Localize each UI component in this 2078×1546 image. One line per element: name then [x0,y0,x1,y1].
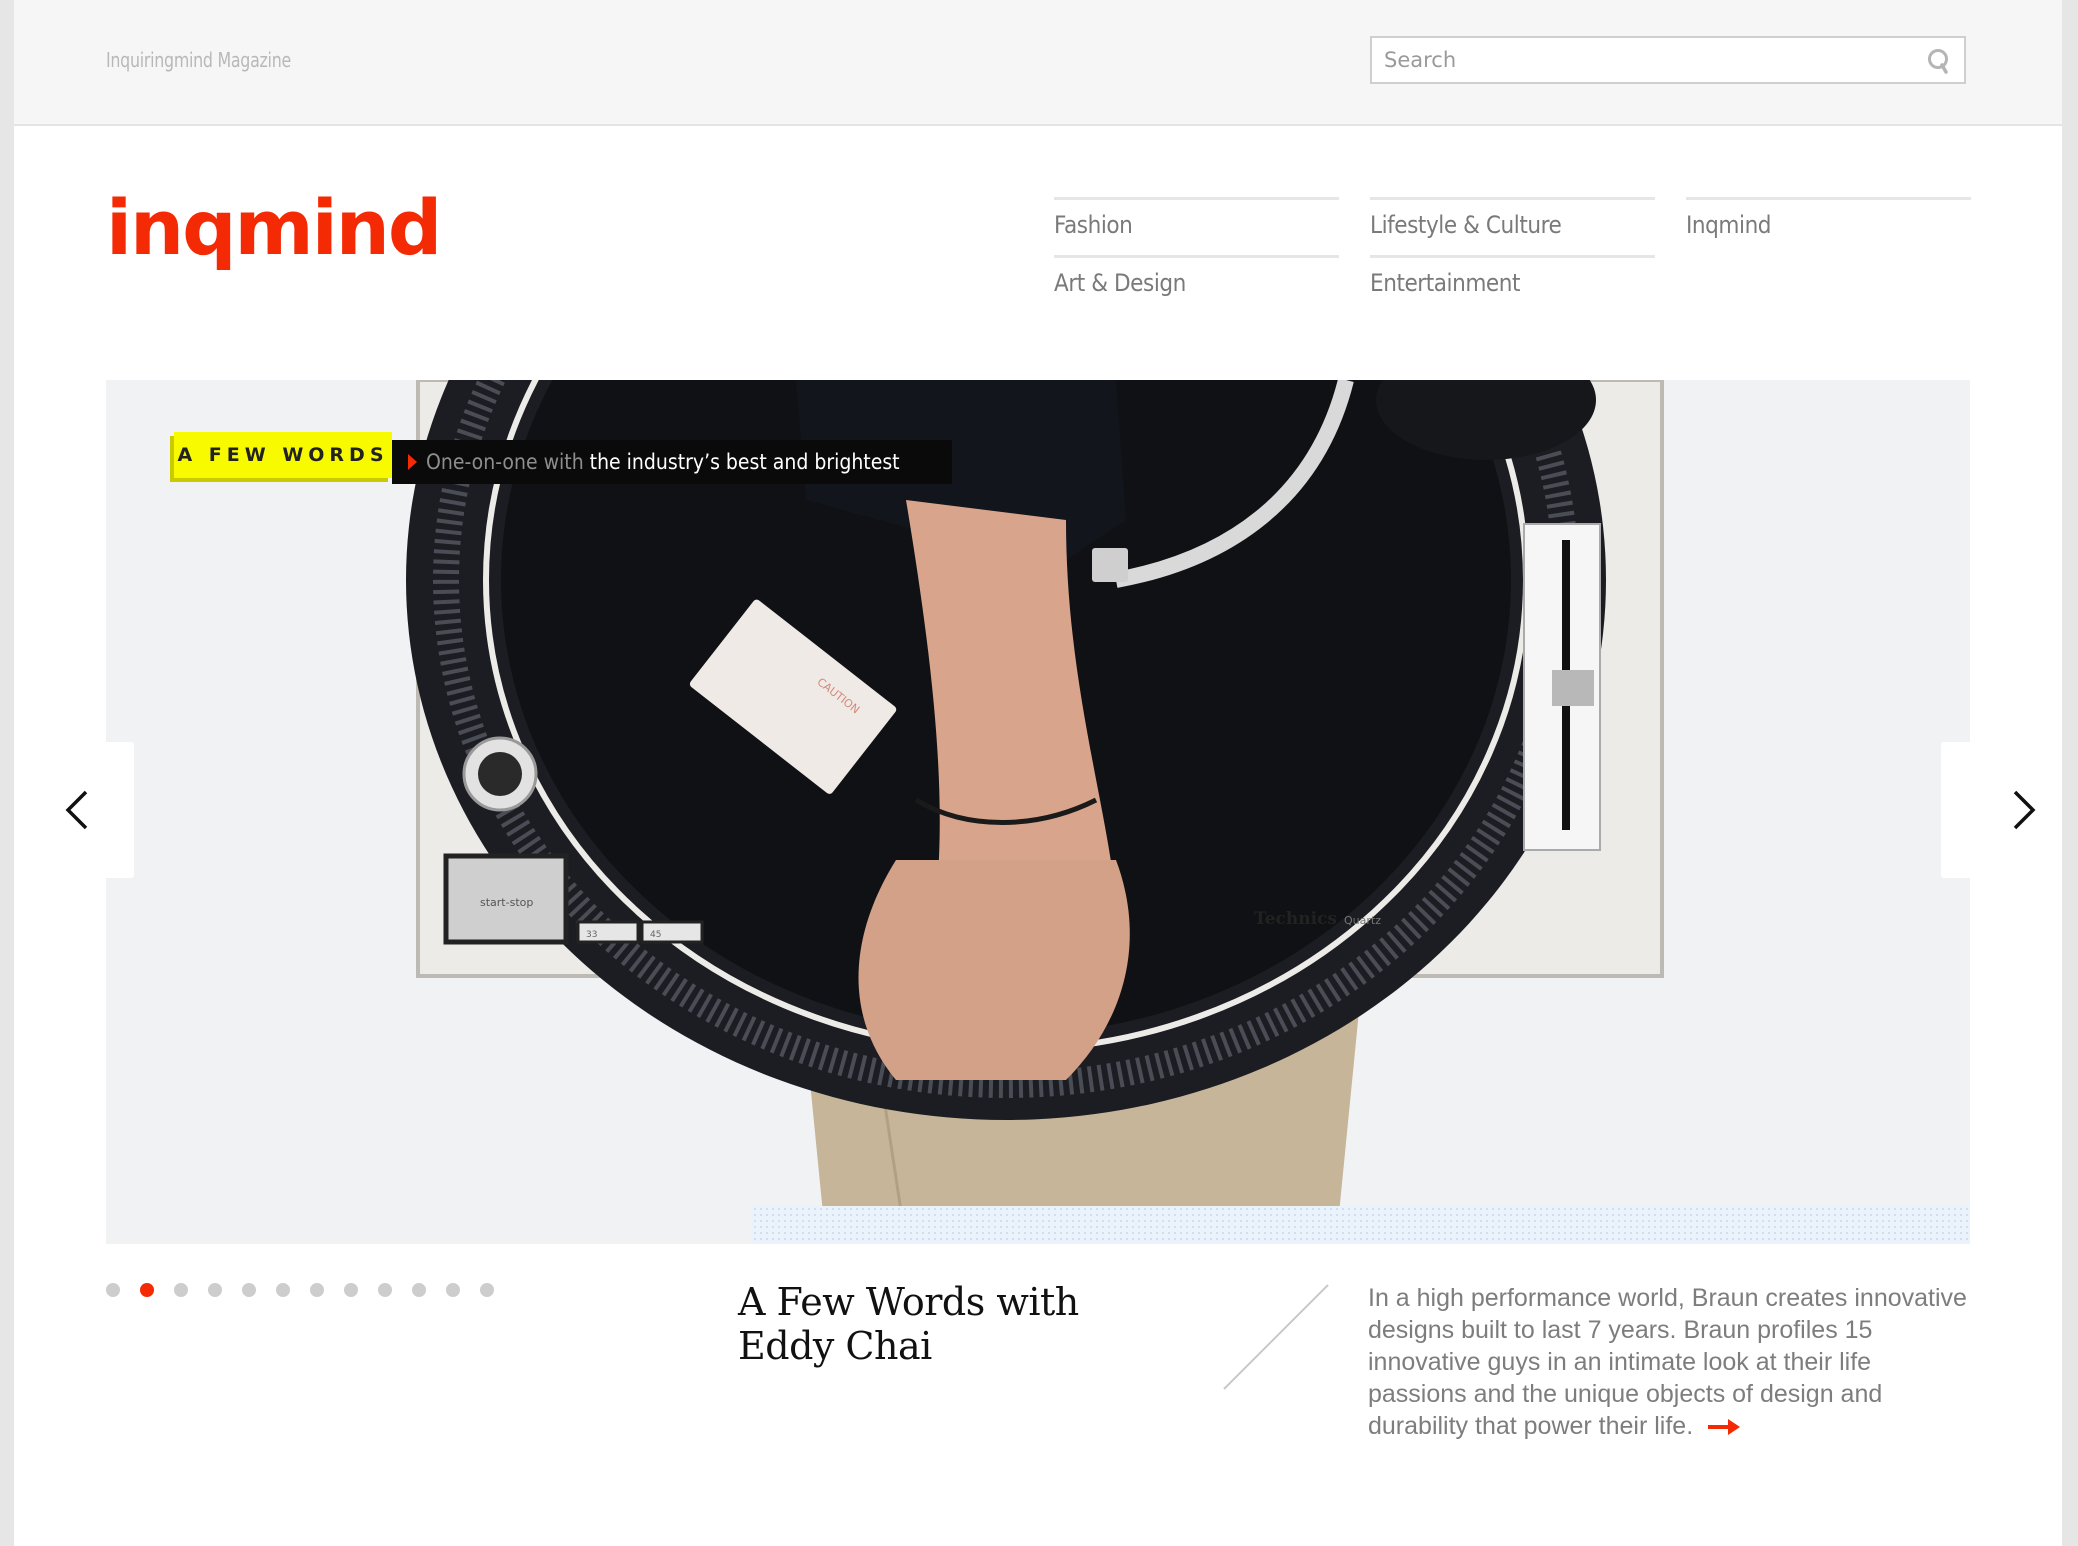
speed-45-label: 45 [650,930,661,940]
article-description: In a high performance world, Braun creat… [1368,1282,1968,1442]
site-name[interactable]: Inquiringmind Magazine [106,48,291,72]
carousel-dot[interactable] [174,1283,188,1297]
article-title[interactable]: A Few Words with Eddy Chai [738,1280,1158,1368]
start-stop-label: start-stop [480,896,533,909]
carousel-dot[interactable] [378,1283,392,1297]
nav-label: Fashion [1054,211,1133,239]
chevron-left-icon [65,790,88,830]
article-description-text: In a high performance world, Braun creat… [1368,1284,1967,1440]
turntable-brand: Technics [1254,909,1337,929]
carousel-dot[interactable] [310,1283,324,1297]
nav-item-art-design[interactable]: Art & Design [1054,255,1339,311]
chevron-right-icon [2013,790,2036,830]
nav-item-fashion[interactable]: Fashion [1054,197,1339,253]
hero-image: CAUTION start-stop 33 45 Technics Quartz [406,380,1664,1244]
carousel-dot[interactable] [208,1283,222,1297]
next-slide-button[interactable] [1941,742,2061,878]
search-icon[interactable] [1926,47,1952,75]
nav-label: Entertainment [1370,269,1521,297]
turntable-brand-sub: Quartz [1344,914,1381,927]
carousel-dot[interactable] [242,1283,256,1297]
carousel-dot[interactable] [446,1283,460,1297]
caption-dotted-strip [752,1206,1970,1244]
carousel-dot[interactable] [276,1283,290,1297]
top-bar: Inquiringmind Magazine [14,0,2062,126]
speed-33-label: 33 [586,930,597,940]
nav-label: Inqmind [1686,211,1772,239]
tagline-bright: the industry’s best and brightest [589,450,900,474]
search-input[interactable] [1372,38,1912,82]
diagonal-divider [1223,1284,1329,1390]
nav-label: Art & Design [1054,269,1186,297]
carousel-dot[interactable] [480,1283,494,1297]
tagline-muted: One-on-one with [426,450,584,474]
arrow-right-icon[interactable] [1706,1417,1742,1437]
section-tagline: One-on-one with the industry’s best and … [392,440,952,484]
nav-item-lifestyle-culture[interactable]: Lifestyle & Culture [1370,197,1655,253]
nav-item-entertainment[interactable]: Entertainment [1370,255,1655,311]
section-badge-label: A FEW WORDS [174,432,392,478]
nav-label: Lifestyle & Culture [1370,211,1562,239]
carousel-dot[interactable] [412,1283,426,1297]
page: Inquiringmind Magazine inqmind Fashion L… [14,0,2062,1546]
site-logo[interactable]: inqmind [106,190,442,266]
main-nav: Fashion Lifestyle & Culture Inqmind Art … [1054,197,2010,307]
nav-item-inqmind[interactable]: Inqmind [1686,197,1971,253]
carousel-dot[interactable] [106,1283,120,1297]
carousel-dot[interactable] [344,1283,358,1297]
prev-slide-button[interactable] [14,742,134,878]
carousel-dot-active[interactable] [140,1283,154,1297]
search-box[interactable] [1370,36,1966,84]
triangle-right-icon [408,454,417,470]
scrollbar[interactable] [2062,0,2078,1546]
hero-slide[interactable]: CAUTION start-stop 33 45 Technics Quartz… [106,380,1970,1244]
